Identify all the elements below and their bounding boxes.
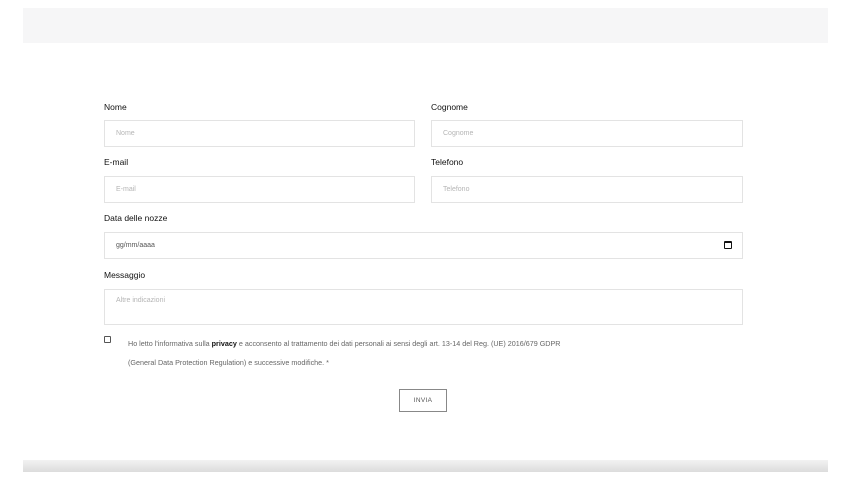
nome-label: Nome bbox=[104, 102, 127, 112]
consent-text-after: e acconsento al trattamento dei dati per… bbox=[236, 339, 561, 348]
calendar-icon[interactable] bbox=[724, 241, 732, 249]
data-nozze-placeholder: gg/mm/aaaa bbox=[116, 242, 155, 249]
email-input[interactable]: E-mail bbox=[104, 176, 415, 203]
privacy-link[interactable]: privacy bbox=[212, 339, 237, 348]
privacy-checkbox[interactable] bbox=[104, 336, 111, 343]
privacy-consent-text: Ho letto l'informativa sulla privacy e a… bbox=[128, 334, 688, 372]
telefono-label: Telefono bbox=[431, 157, 464, 167]
telefono-input[interactable]: Telefono bbox=[431, 176, 743, 203]
data-nozze-input[interactable]: gg/mm/aaaa bbox=[104, 232, 743, 259]
nome-input[interactable]: Nome bbox=[104, 120, 415, 147]
header-strip bbox=[23, 8, 828, 43]
cognome-input[interactable]: Cognome bbox=[431, 120, 743, 147]
data-nozze-label: Data delle nozze bbox=[104, 213, 168, 223]
messaggio-label: Messaggio bbox=[104, 270, 146, 280]
email-label: E-mail bbox=[104, 157, 129, 167]
consent-text-line2: (General Data Protection Regulation) e s… bbox=[128, 358, 329, 367]
invia-button[interactable]: INVIA bbox=[399, 389, 447, 412]
messaggio-textarea[interactable]: Altre indicazioni bbox=[104, 289, 743, 325]
cognome-label: Cognome bbox=[431, 102, 468, 112]
consent-text-before: Ho letto l'informativa sulla bbox=[128, 339, 212, 348]
bottom-shadow bbox=[23, 460, 828, 472]
